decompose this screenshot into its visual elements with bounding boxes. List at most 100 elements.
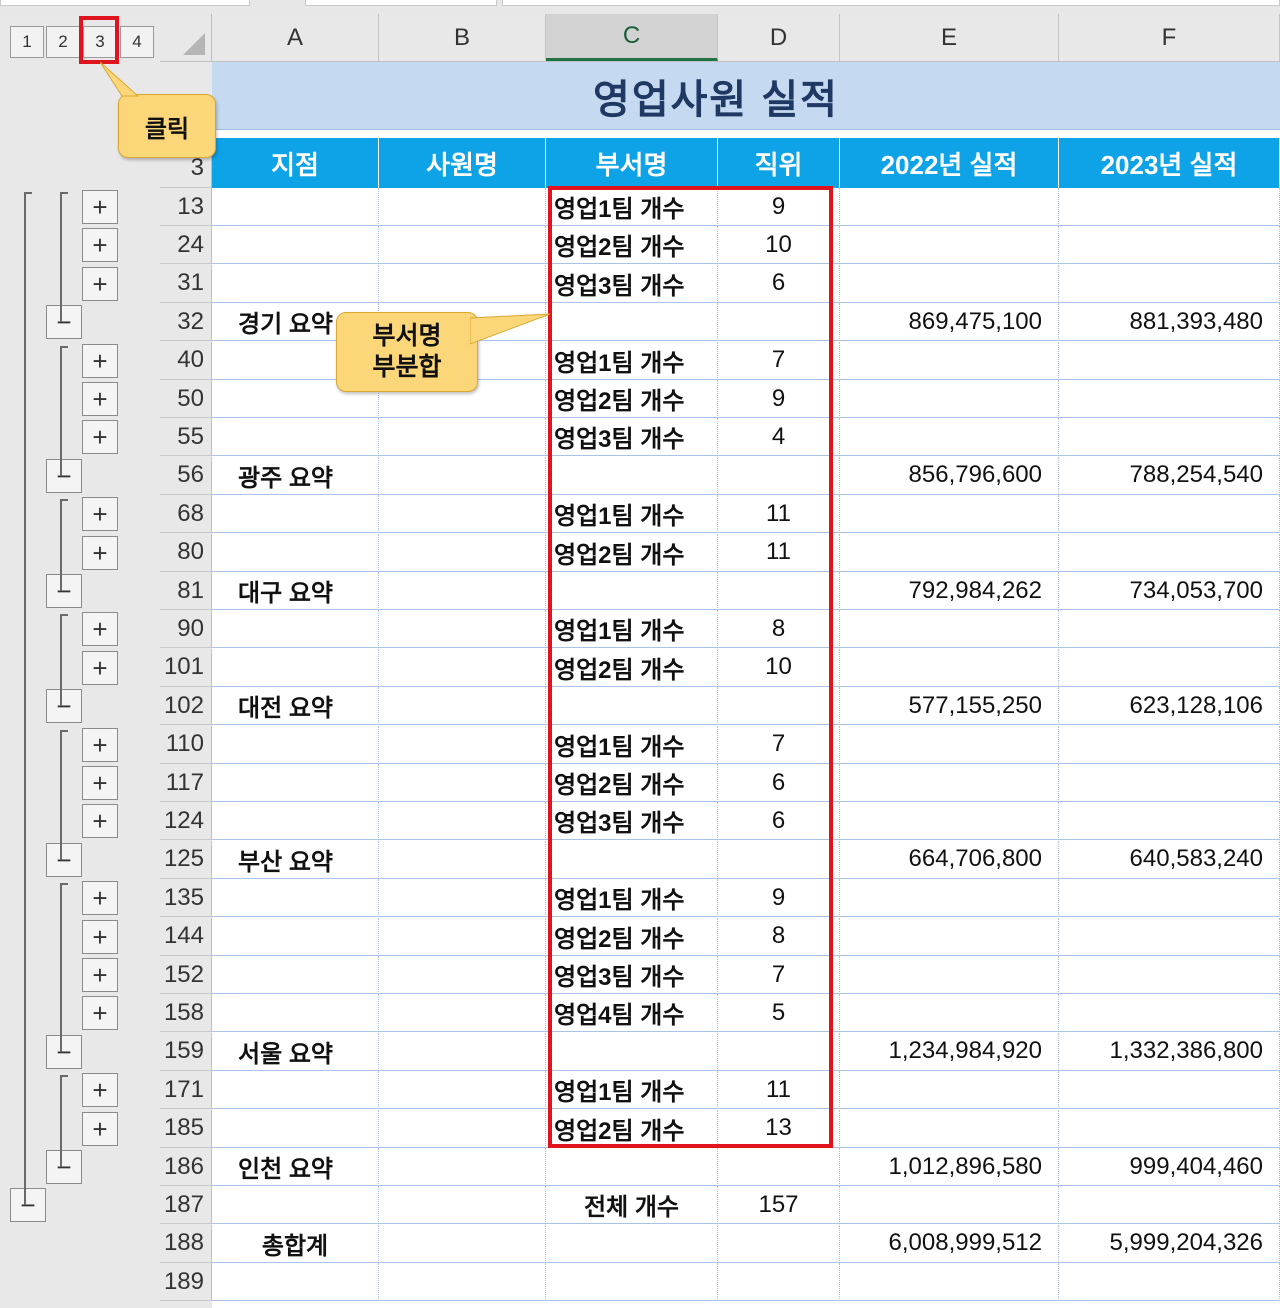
expand-group-button[interactable]: + bbox=[82, 958, 118, 992]
cell-a[interactable] bbox=[212, 725, 379, 764]
row-number[interactable]: 80 bbox=[160, 533, 212, 572]
cell-b[interactable] bbox=[379, 1186, 546, 1225]
cell-a[interactable] bbox=[212, 1071, 379, 1110]
collapse-group-button[interactable]: − bbox=[46, 574, 82, 608]
cell-c[interactable]: 전체 개수 bbox=[546, 1186, 718, 1225]
cell-b[interactable] bbox=[379, 1263, 546, 1302]
cell-e[interactable] bbox=[840, 648, 1059, 687]
collapse-group-button[interactable]: − bbox=[46, 305, 82, 340]
row-number[interactable]: 152 bbox=[160, 956, 212, 994]
cell-d[interactable] bbox=[718, 1224, 840, 1263]
cell-a[interactable] bbox=[212, 418, 379, 457]
cell-a[interactable] bbox=[212, 764, 379, 802]
cell-b[interactable] bbox=[379, 1224, 546, 1263]
cell-e[interactable] bbox=[840, 495, 1059, 534]
cell-d[interactable] bbox=[718, 1263, 840, 1302]
row-number[interactable]: 125 bbox=[160, 840, 212, 879]
cell-a[interactable] bbox=[212, 1186, 379, 1225]
cell-f[interactable] bbox=[1059, 802, 1280, 841]
outline-level-2-button[interactable]: 2 bbox=[46, 26, 80, 58]
expand-group-button[interactable]: + bbox=[82, 727, 118, 762]
cell-a[interactable] bbox=[212, 1109, 379, 1148]
cell-f[interactable]: 734,053,700 bbox=[1059, 572, 1280, 610]
cell-e[interactable] bbox=[840, 725, 1059, 764]
cell-f[interactable] bbox=[1059, 264, 1280, 303]
cell-f[interactable]: 999,404,460 bbox=[1059, 1148, 1280, 1186]
cell-f[interactable] bbox=[1059, 380, 1280, 418]
cell-f[interactable] bbox=[1059, 764, 1280, 802]
cell-e[interactable] bbox=[840, 264, 1059, 303]
cell-e[interactable] bbox=[840, 533, 1059, 572]
cell-e[interactable]: 856,796,600 bbox=[840, 456, 1059, 495]
row-number[interactable]: 55 bbox=[160, 418, 212, 457]
row-number[interactable]: 186 bbox=[160, 1148, 212, 1186]
expand-group-button[interactable]: + bbox=[82, 1073, 118, 1108]
row-number[interactable]: 31 bbox=[160, 264, 212, 303]
cell-b[interactable] bbox=[379, 917, 546, 956]
cell-e[interactable] bbox=[840, 1109, 1059, 1148]
cell-c[interactable] bbox=[546, 1224, 718, 1263]
cell-e[interactable] bbox=[840, 994, 1059, 1033]
cell-b[interactable] bbox=[379, 687, 546, 726]
expand-group-button[interactable]: + bbox=[82, 343, 118, 378]
cell-a[interactable]: 서울 요약 bbox=[212, 1032, 379, 1071]
cell-d[interactable] bbox=[718, 1148, 840, 1186]
cell-a[interactable]: 대구 요약 bbox=[212, 572, 379, 610]
cell-f[interactable]: 5,999,204,326 bbox=[1059, 1224, 1280, 1263]
row-number[interactable]: 188 bbox=[160, 1224, 212, 1263]
cell-b[interactable] bbox=[379, 1109, 546, 1148]
expand-group-button[interactable]: + bbox=[82, 996, 118, 1031]
cell-e[interactable] bbox=[840, 1071, 1059, 1110]
cell-b[interactable] bbox=[379, 1032, 546, 1071]
row-number[interactable]: 185 bbox=[160, 1109, 212, 1148]
cell-a[interactable] bbox=[212, 1263, 379, 1302]
cell-f[interactable] bbox=[1059, 188, 1280, 226]
row-number[interactable]: 50 bbox=[160, 380, 212, 418]
cell-e[interactable] bbox=[840, 956, 1059, 994]
cell-e[interactable] bbox=[840, 226, 1059, 265]
expand-group-button[interactable]: + bbox=[82, 804, 118, 839]
collapse-group-button[interactable]: − bbox=[46, 1034, 82, 1069]
cell-f[interactable] bbox=[1059, 341, 1280, 380]
expand-group-button[interactable]: + bbox=[82, 881, 118, 916]
cell-a[interactable] bbox=[212, 994, 379, 1033]
cell-e[interactable]: 792,984,262 bbox=[840, 572, 1059, 610]
cell-b[interactable] bbox=[379, 994, 546, 1033]
cell-b[interactable] bbox=[379, 764, 546, 802]
row-number[interactable]: 81 bbox=[160, 572, 212, 610]
cell-e[interactable] bbox=[840, 764, 1059, 802]
cell-f[interactable] bbox=[1059, 610, 1280, 649]
collapse-group-button[interactable]: − bbox=[46, 842, 82, 877]
cell-b[interactable] bbox=[379, 802, 546, 841]
cell-f[interactable] bbox=[1059, 1186, 1280, 1225]
cell-e[interactable]: 577,155,250 bbox=[840, 687, 1059, 726]
cell-a[interactable] bbox=[212, 956, 379, 994]
expand-group-button[interactable]: + bbox=[82, 266, 118, 301]
cell-b[interactable] bbox=[379, 1071, 546, 1110]
expand-group-button[interactable]: + bbox=[82, 420, 118, 455]
cell-b[interactable] bbox=[379, 879, 546, 918]
collapse-group-button[interactable]: − bbox=[46, 689, 82, 724]
row-number[interactable]: 32 bbox=[160, 303, 212, 342]
cell-a[interactable]: 총합계 bbox=[212, 1224, 379, 1263]
expand-group-button[interactable]: + bbox=[82, 766, 118, 800]
cell-a[interactable] bbox=[212, 610, 379, 649]
cell-f[interactable] bbox=[1059, 917, 1280, 956]
cell-f[interactable]: 881,393,480 bbox=[1059, 303, 1280, 342]
cell-a[interactable] bbox=[212, 495, 379, 534]
outline-level-4-button[interactable]: 4 bbox=[120, 26, 154, 58]
cell-f[interactable] bbox=[1059, 533, 1280, 572]
cell-b[interactable] bbox=[379, 264, 546, 303]
cell-f[interactable] bbox=[1059, 725, 1280, 764]
cell-e[interactable] bbox=[840, 1186, 1059, 1225]
cell-d[interactable]: 157 bbox=[718, 1186, 840, 1225]
cell-f[interactable] bbox=[1059, 994, 1280, 1033]
cell-b[interactable] bbox=[379, 226, 546, 265]
expand-group-button[interactable]: + bbox=[82, 1111, 118, 1146]
expand-group-button[interactable]: + bbox=[82, 382, 118, 416]
cell-a[interactable]: 부산 요약 bbox=[212, 840, 379, 879]
cell-a[interactable] bbox=[212, 879, 379, 918]
collapse-all-button[interactable]: − bbox=[10, 1188, 46, 1223]
row-number[interactable]: 159 bbox=[160, 1032, 212, 1071]
cell-a[interactable]: 인천 요약 bbox=[212, 1148, 379, 1186]
